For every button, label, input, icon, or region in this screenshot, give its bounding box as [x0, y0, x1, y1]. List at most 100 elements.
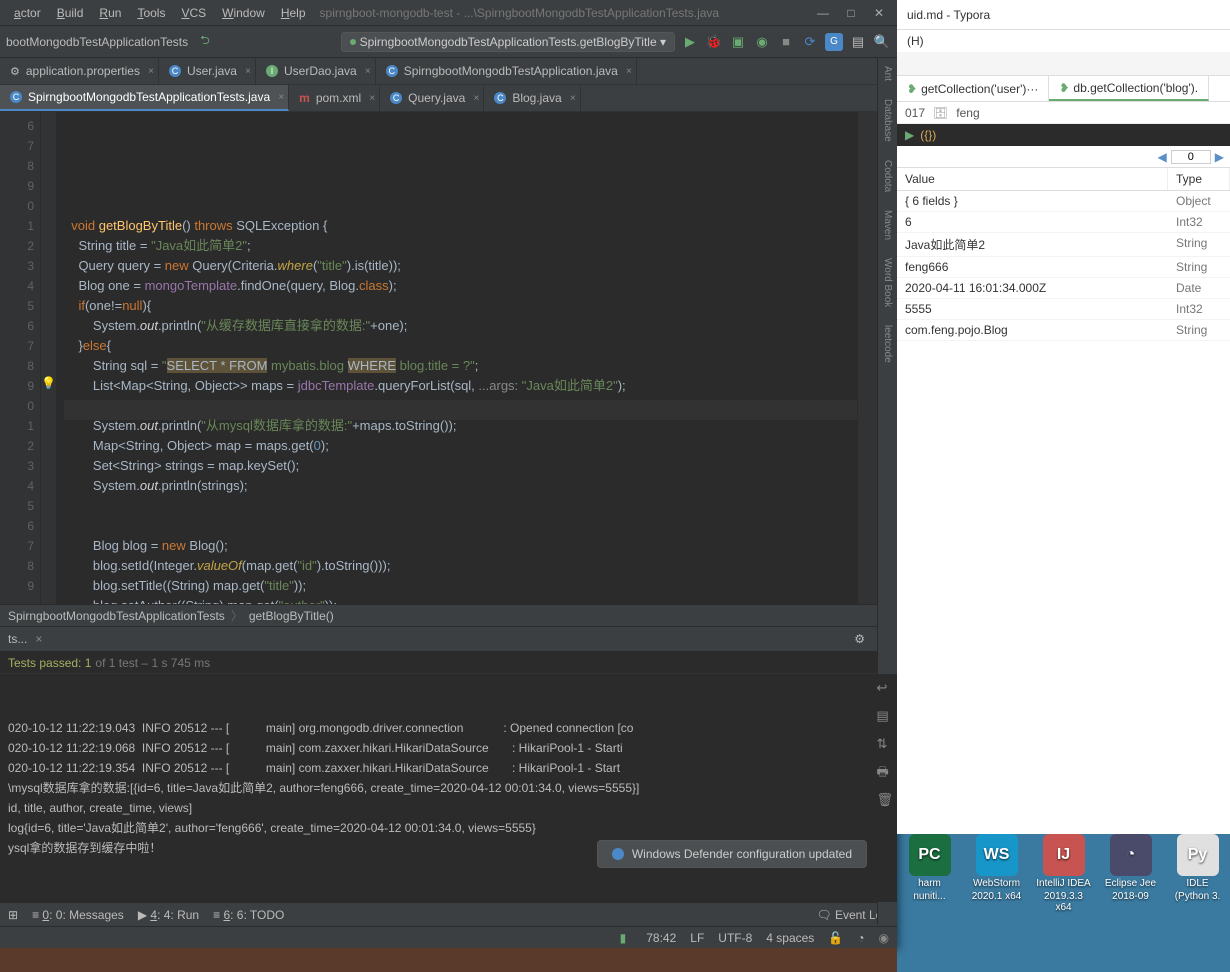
run-left-arrow-icon[interactable]: ⮌	[200, 31, 210, 52]
tab-query-java[interactable]: CQuery.java×	[380, 85, 484, 111]
col-type[interactable]: Type	[1168, 168, 1230, 190]
breadcrumb-method[interactable]: getBlogByTitle()	[249, 609, 334, 623]
menu-run[interactable]: Run	[93, 4, 127, 22]
menu-tools[interactable]: Tools	[131, 4, 171, 22]
run-panel-close-icon[interactable]: ×	[35, 632, 42, 646]
translate-icon[interactable]: G	[825, 33, 843, 51]
run-panel-header[interactable]: ts... × ⚙ —	[0, 626, 897, 652]
indent[interactable]: 4 spaces	[766, 931, 814, 945]
maximize-button[interactable]: □	[845, 6, 857, 20]
mongo-tab[interactable]: ❥getCollection('user')···	[897, 76, 1049, 101]
profiler-icon[interactable]: ◉	[753, 33, 771, 51]
table-row[interactable]: { 6 fields }Object	[897, 191, 1230, 212]
gear-icon[interactable]: ⚙	[854, 632, 865, 646]
memory-icon[interactable]: ◉	[879, 931, 889, 945]
mongo-run-icon[interactable]: ▶	[905, 128, 914, 142]
table-row[interactable]: feng666String	[897, 257, 1230, 278]
tab-blog-java[interactable]: CBlog.java×	[484, 85, 580, 111]
close-icon[interactable]: ×	[369, 93, 375, 104]
typora-title-bar[interactable]: uid.md - Typora	[897, 0, 1230, 30]
desktop-shortcut[interactable]: PCharmnuniti...	[901, 834, 958, 966]
title-bar[interactable]: actorBuildRunToolsVCSWindowHelp spirngbo…	[0, 0, 897, 26]
mongo-query-bar[interactable]: ▶ ({})	[897, 124, 1230, 146]
scroll-icon[interactable]: ⇅	[876, 734, 893, 754]
status-messages[interactable]: ≡ 0: 0: Messages	[32, 908, 124, 922]
caret-pos[interactable]: 78:42	[646, 931, 676, 945]
table-row[interactable]: com.feng.pojo.BlogString	[897, 320, 1230, 341]
tab-spirngbootmongodbtestapplication-java[interactable]: CSpirngbootMongodbTestApplication.java×	[376, 58, 637, 84]
desktop-shortcut[interactable]: PyIDLE(Python 3.	[1169, 834, 1226, 966]
table-row[interactable]: 2020-04-11 16:01:34.000ZDate	[897, 278, 1230, 299]
close-icon[interactable]: ×	[570, 93, 576, 104]
menu-window[interactable]: Window	[216, 4, 271, 22]
mongo-db-name[interactable]: feng	[956, 106, 979, 120]
menu-vcs[interactable]: VCS	[175, 4, 212, 22]
close-icon[interactable]: ×	[473, 93, 479, 104]
desktop-shortcut[interactable]: ◔Eclipse Jee2018-09	[1102, 834, 1159, 966]
search-icon[interactable]: 🔍	[873, 33, 891, 51]
notification-balloon[interactable]: Windows Defender configuration updated	[597, 840, 867, 868]
mongo-toolbar[interactable]	[897, 52, 1230, 76]
coverage-icon[interactable]: ▣	[729, 33, 747, 51]
menu-help[interactable]: Help	[275, 4, 312, 22]
toolwindow-codota[interactable]: Codota	[882, 160, 893, 192]
toolwindow-word-book[interactable]: Word Book	[882, 258, 893, 307]
tab-label: SpirngbootMongodbTestApplication.java	[404, 64, 618, 78]
table-row[interactable]: Java如此简单2String	[897, 233, 1230, 257]
inspect-icon[interactable]: ◔	[857, 931, 864, 945]
table-row[interactable]: 5555Int32	[897, 299, 1230, 320]
minimize-button[interactable]: —	[817, 6, 829, 20]
book-icon[interactable]: ▤	[876, 706, 893, 726]
typora-menu[interactable]: (H)	[897, 30, 1230, 52]
col-value[interactable]: Value	[897, 168, 1168, 190]
tab-application-properties[interactable]: ⚙application.properties×	[0, 58, 159, 84]
trash-icon[interactable]: 🗑	[876, 790, 893, 810]
status-run[interactable]: ▶ 4: 4: Run	[138, 908, 199, 922]
run-icon[interactable]: ▶	[681, 33, 699, 51]
run-panel-tab[interactable]: ts...	[8, 632, 27, 646]
vcs-update-icon[interactable]: ⟳	[801, 33, 819, 51]
toolwindow-database[interactable]: Database	[882, 99, 893, 142]
page-input[interactable]	[1171, 150, 1211, 164]
toolwindow-ant[interactable]: Ant	[882, 66, 893, 81]
editor-breadcrumb[interactable]: SpirngbootMongodbTestApplicationTests 〉 …	[0, 604, 897, 626]
mongo-tab[interactable]: ❥db.getCollection('blog').	[1049, 76, 1209, 101]
menu-build[interactable]: Build	[51, 4, 90, 22]
desktop-shortcut[interactable]: WSWebStorm2020.1 x64	[968, 834, 1025, 966]
menu-actor[interactable]: actor	[8, 4, 47, 22]
tab-pom-xml[interactable]: mpom.xml×	[289, 85, 380, 111]
readonly-icon[interactable]: 🔓	[828, 931, 843, 945]
page-next-icon[interactable]: ▶	[1215, 150, 1224, 164]
status-todo[interactable]: ≡ 6: 6: TODO	[213, 908, 284, 922]
table-row[interactable]: 6Int32	[897, 212, 1230, 233]
tab-spirngbootmongodbtestapplicationtests-java[interactable]: CSpirngbootMongodbTestApplicationTests.j…	[0, 85, 289, 111]
intention-bulb-icon[interactable]: 💡	[41, 376, 56, 396]
line-sep[interactable]: LF	[690, 931, 704, 945]
run-config-selector[interactable]: SpirngbootMongodbTestApplicationTests.ge…	[341, 32, 675, 52]
breadcrumb-class[interactable]: SpirngbootMongodbTestApplicationTests	[8, 609, 225, 623]
close-icon[interactable]: ×	[148, 66, 154, 77]
close-icon[interactable]: ×	[626, 66, 632, 77]
mongo-pager: ◀ ▶	[897, 146, 1230, 168]
encoding[interactable]: UTF-8	[718, 931, 752, 945]
page-prev-icon[interactable]: ◀	[1158, 150, 1167, 164]
desktop-icons: PCharmnuniti...WSWebStorm2020.1 x64IJInt…	[897, 834, 1230, 966]
stop-icon[interactable]: ■	[777, 33, 795, 51]
breadcrumb-top[interactable]: bootMongodbTestApplicationTests	[6, 35, 188, 49]
toolwindow-leetcode[interactable]: leetcode	[882, 325, 893, 363]
toolwindow-maven[interactable]: Maven	[882, 210, 893, 240]
print-icon[interactable]: 🖶	[876, 762, 893, 782]
code-area[interactable]: void getBlogByTitle() throws SQLExceptio…	[56, 112, 857, 604]
close-icon[interactable]: ×	[278, 92, 284, 103]
close-icon[interactable]: ×	[245, 66, 251, 77]
tab-user-java[interactable]: CUser.java×	[159, 58, 256, 84]
debug-icon[interactable]: 🐞	[705, 33, 723, 51]
soft-wrap-icon[interactable]: ↩	[876, 678, 893, 698]
structure-icon[interactable]: ▤	[849, 33, 867, 51]
status-ring-icon[interactable]: ⊞	[8, 908, 18, 922]
close-icon[interactable]: ×	[365, 66, 371, 77]
tab-userdao-java[interactable]: IUserDao.java×	[256, 58, 376, 84]
desktop-shortcut[interactable]: IJIntelliJ IDEA2019.3.3 x64	[1035, 834, 1092, 966]
typora-menu-tail[interactable]: (H)	[907, 34, 924, 48]
close-button[interactable]: ✕	[873, 6, 885, 20]
